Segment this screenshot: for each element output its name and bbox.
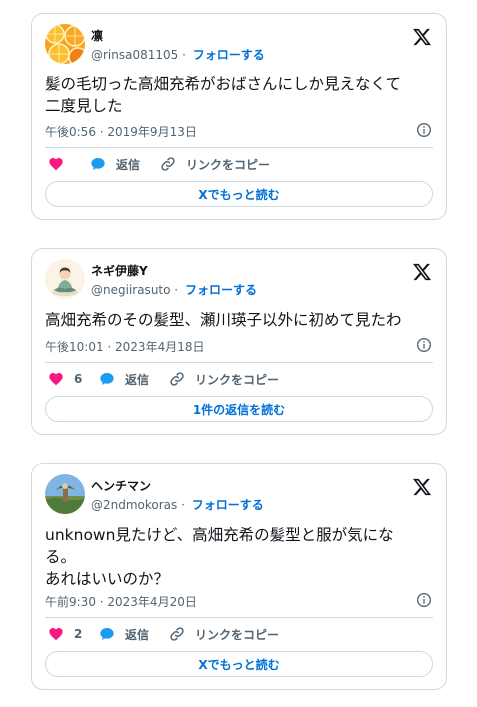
- divider: [45, 617, 433, 618]
- separator: ·: [181, 498, 185, 512]
- tweet-timestamp[interactable]: 午前9:30 · 2023年4月20日: [45, 593, 197, 610]
- tweet-header: 凛 @rinsa081105 · フォローする: [45, 24, 434, 66]
- copy-link-button[interactable]: リンクをコピー: [169, 369, 279, 389]
- tweet-timestamp[interactable]: 午後0:56 · 2019年9月13日: [45, 123, 197, 140]
- tweet-text: 高畑充希のその髪型、瀬川瑛子以外に初めて見たわ: [45, 311, 402, 329]
- display-name[interactable]: ネギ伊藤Y: [91, 262, 148, 279]
- orange-slices-avatar-icon: [45, 24, 85, 64]
- tweet-card: ヘンチマン @2ndmokoras · フォローする unknown見たけど、高…: [31, 463, 447, 690]
- divider: [45, 362, 433, 363]
- handle-line: @2ndmokoras · フォローする: [91, 496, 264, 513]
- reply-button[interactable]: 返信: [99, 624, 149, 644]
- tweet-card: ネギ伊藤Y @negiirasuto · フォローする 高畑充希のその髪型、瀬川…: [31, 248, 447, 435]
- illustrated-person-avatar-icon: [45, 259, 85, 299]
- handle-line: @rinsa081105 · フォローする: [91, 46, 265, 63]
- reply-label: 返信: [125, 372, 150, 387]
- copy-link-button[interactable]: リンクをコピー: [169, 624, 279, 644]
- reply-label: 返信: [125, 627, 150, 642]
- x-logo-icon[interactable]: [412, 27, 432, 47]
- avatar[interactable]: [45, 259, 85, 299]
- like-count: 2: [74, 627, 83, 641]
- tweet-card: 凛 @rinsa081105 · フォローする 髪の毛切った高畑充希がおばさんに…: [31, 13, 447, 220]
- info-icon[interactable]: [416, 337, 432, 353]
- read-more-button[interactable]: Xでもっと読む: [45, 181, 433, 207]
- tweet-actions: 6 返信 リンクをコピー: [45, 369, 433, 389]
- copy-link-button[interactable]: リンクをコピー: [160, 154, 270, 174]
- divider: [45, 147, 433, 148]
- like-button[interactable]: [48, 154, 74, 174]
- separator: ·: [174, 283, 179, 297]
- user-handle[interactable]: @negiirasuto: [91, 283, 170, 297]
- tweet-header: ヘンチマン @2ndmokoras · フォローする: [45, 474, 434, 516]
- link-icon: [170, 627, 184, 641]
- follow-button[interactable]: フォローする: [192, 498, 264, 512]
- copy-link-label: リンクをコピー: [195, 372, 280, 387]
- landscape-photo-avatar-icon: [45, 474, 85, 514]
- read-replies-button[interactable]: 1件の返信を読む: [45, 396, 433, 422]
- avatar[interactable]: [45, 24, 85, 64]
- user-handle[interactable]: @2ndmokoras: [91, 498, 177, 512]
- display-name[interactable]: 凛: [91, 27, 103, 44]
- tweet-header: ネギ伊藤Y @negiirasuto · フォローする: [45, 259, 434, 301]
- handle-line: @negiirasuto · フォローする: [91, 281, 257, 298]
- heart-icon: [49, 158, 63, 171]
- like-button[interactable]: 2: [48, 624, 82, 644]
- info-icon[interactable]: [416, 122, 432, 138]
- x-logo-icon[interactable]: [412, 262, 432, 282]
- like-count: 6: [74, 372, 83, 386]
- reply-bubble-icon: [91, 158, 105, 170]
- avatar[interactable]: [45, 474, 85, 514]
- heart-icon: [49, 373, 63, 386]
- reply-bubble-icon: [100, 373, 114, 385]
- copy-link-label: リンクをコピー: [186, 157, 271, 172]
- display-name[interactable]: ヘンチマン: [91, 477, 151, 494]
- like-button[interactable]: 6: [48, 369, 82, 389]
- reply-label: 返信: [116, 157, 141, 172]
- x-logo-icon[interactable]: [412, 477, 432, 497]
- reply-button[interactable]: 返信: [99, 369, 149, 389]
- follow-button[interactable]: フォローする: [185, 283, 257, 297]
- tweet-timestamp[interactable]: 午後10:01 · 2023年4月18日: [45, 338, 204, 355]
- tweet-text: unknown見たけど、高畑充希の髪型と服が気にな る。 あれはいいのか？: [45, 526, 394, 588]
- separator: ·: [182, 48, 186, 62]
- tweet-actions: 2 返信 リンクをコピー: [45, 624, 433, 644]
- heart-icon: [49, 628, 63, 641]
- read-more-button[interactable]: Xでもっと読む: [45, 651, 433, 677]
- link-icon: [170, 372, 184, 386]
- user-handle[interactable]: @rinsa081105: [91, 48, 178, 62]
- info-icon[interactable]: [416, 592, 432, 608]
- link-icon: [161, 157, 175, 171]
- copy-link-label: リンクをコピー: [195, 627, 280, 642]
- reply-button[interactable]: 返信: [90, 154, 140, 174]
- tweet-actions: 返信 リンクをコピー: [45, 154, 433, 174]
- tweet-text: 髪の毛切った高畑充希がおばさんにしか見えなくて 二度見した: [45, 75, 402, 115]
- reply-bubble-icon: [100, 628, 114, 640]
- follow-button[interactable]: フォローする: [193, 48, 265, 62]
